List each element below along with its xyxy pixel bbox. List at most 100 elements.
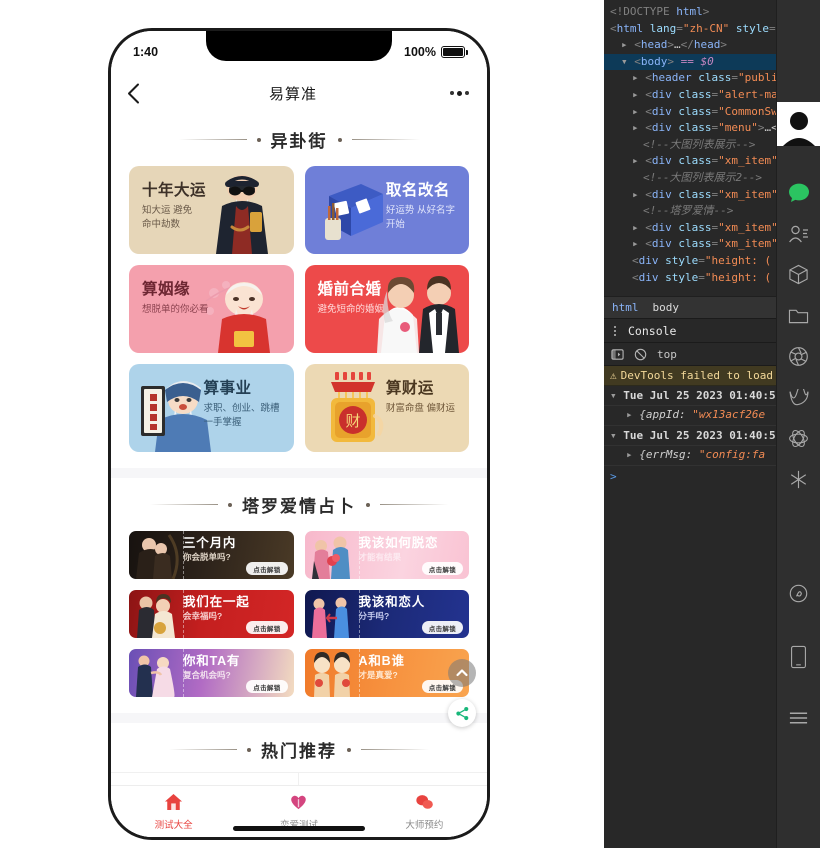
chat-bubbles-icon xyxy=(415,793,434,814)
menu-card-sub: 财富命盘 偏财运 xyxy=(385,403,455,415)
clear-console-icon[interactable] xyxy=(634,348,647,361)
wechat-bubble-icon[interactable] xyxy=(777,172,820,213)
menu-card-suan-shiye[interactable]: 算事业 求职、创业、跳槽 一手掌握 xyxy=(129,364,294,452)
more-menu-button[interactable] xyxy=(431,73,487,113)
tarot-card-title: 我该如何脱恋 xyxy=(358,536,439,550)
tarot-card-breakup[interactable]: 我该和恋人 分手吗? 点击解锁 xyxy=(304,590,470,638)
dom-node-line[interactable]: ▸ <div class="xm_item": xyxy=(604,236,776,253)
tarot-card-three-months[interactable]: 三个月内 你会脱单吗? 点击解锁 xyxy=(129,531,294,579)
tarot-card-how-to-love[interactable]: 我该如何脱恋 才能有结果 点击解锁 xyxy=(304,531,469,579)
console-context-selector[interactable]: top xyxy=(657,348,677,361)
tab-tests[interactable]: 测试大全 xyxy=(111,786,236,837)
share-icon xyxy=(455,706,468,720)
divider-dot-right xyxy=(366,502,370,507)
console-log-object[interactable]: ▸ {appId: "wx13acf26e xyxy=(604,406,776,426)
tarot-card-art xyxy=(129,531,183,579)
disclosure-triangle-icon[interactable]: ▸ xyxy=(632,154,639,167)
hot-item-career-wealth[interactable]: 测算事业财运 🧧 xyxy=(299,772,487,785)
disclosure-triangle-icon[interactable]: ▸ xyxy=(621,38,628,51)
menu-card-quming-gaiming[interactable]: 取名改名 好运势 从好名字 开始 xyxy=(304,166,469,254)
menu-card-sub: 想脱单的你必看 xyxy=(142,304,209,316)
tab-master-booking[interactable]: 大师预约 xyxy=(362,786,487,837)
hot-item-company-name[interactable]: 公司吉凶测名 ㊗ xyxy=(111,772,299,785)
tarot-unlock-button[interactable]: 点击解锁 xyxy=(421,621,463,634)
name-book-icon xyxy=(324,184,383,240)
menu-card-suan-caiyun[interactable]: 财 算财运 财富命盘 偏财运 xyxy=(304,364,469,452)
compass-icon[interactable] xyxy=(777,573,820,614)
tarot-unlock-button[interactable]: 点击解锁 xyxy=(246,562,288,575)
dom-node-line[interactable]: ▸ <header class="public_heade xyxy=(604,70,776,87)
dom-node-line[interactable]: <!--大图列表展示2--> xyxy=(604,170,776,187)
disclosure-triangle-icon[interactable]: ▸ xyxy=(632,88,639,101)
cube-icon[interactable] xyxy=(777,254,820,295)
folder-icon[interactable] xyxy=(777,295,820,336)
tarot-card-body: 我该和恋人 分手吗? 点击解锁 xyxy=(359,590,470,638)
devtools-elements-tree[interactable]: <!DOCTYPE html> <html lang="zh-CN" style=… xyxy=(604,0,776,296)
console-log-row[interactable]: ▾ Tue Jul 25 2023 01:40:5 xyxy=(604,426,776,446)
device-icon[interactable] xyxy=(777,636,820,677)
wave-icon[interactable] xyxy=(777,377,820,418)
menu-card-caption: 算财运 财富命盘 偏财运 xyxy=(386,380,455,416)
dom-node-line[interactable]: ▸ <div class="alert-marquee" = xyxy=(604,87,776,104)
two-hearts-icon xyxy=(313,652,350,697)
disclosure-triangle-icon[interactable]: ▸ xyxy=(632,71,639,84)
expand-arrow-icon[interactable]: ▾ xyxy=(610,389,617,402)
avatar-icon[interactable] xyxy=(776,102,820,146)
contacts-icon[interactable] xyxy=(777,213,820,254)
share-button[interactable] xyxy=(448,699,476,727)
disclosure-triangle-icon[interactable]: ▸ xyxy=(632,121,639,134)
console-tab-label[interactable]: Console xyxy=(628,324,676,338)
dom-node-line[interactable]: <!--塔罗爱情--> xyxy=(604,203,776,220)
tarot-card-reconcile[interactable]: 你和TA有 复合机会吗? 点击解锁 xyxy=(129,649,294,697)
wedding-couple-icon xyxy=(377,276,459,353)
dom-node-line[interactable]: ▸ <div class="xm_item": xyxy=(604,153,776,170)
atom-icon[interactable] xyxy=(777,418,820,459)
menu-card-shinian-dayun[interactable]: 十年大运 知大运 避免 命中劫数 xyxy=(129,166,294,254)
disclosure-triangle-icon[interactable]: ▸ xyxy=(632,237,639,250)
dom-node-line[interactable]: <html lang="zh-CN" style="font- xyxy=(604,21,776,38)
menu-icon[interactable] xyxy=(777,697,820,738)
menu-card-suan-yinyuan[interactable]: 算姻缘 想脱单的你必看 xyxy=(129,265,294,353)
dom-node-line[interactable]: <!--大图列表展示--> xyxy=(604,137,776,154)
sparkle-icon[interactable] xyxy=(777,459,820,500)
dom-node-line[interactable]: ▸ <div class="CommonSwiper">… xyxy=(604,104,776,121)
sidebar-toggle-icon[interactable] xyxy=(611,348,624,361)
back-to-top-button[interactable] xyxy=(448,659,476,687)
expand-arrow-icon[interactable]: ▸ xyxy=(626,448,633,461)
devtools-console-toolbar: top xyxy=(604,342,776,366)
disclosure-triangle-icon[interactable]: ▸ xyxy=(632,188,639,201)
disclosure-triangle-icon[interactable]: ▸ xyxy=(632,221,639,234)
console-log-object[interactable]: ▸ {errMsg: "config:fa xyxy=(604,446,776,466)
dom-node-line[interactable]: ▸ <div class="xm_item": xyxy=(604,187,776,204)
menu-card-hunqian-hehun[interactable]: 婚前合婚 避免短命的婚姻 xyxy=(304,265,469,353)
console-input-prompt[interactable]: > xyxy=(604,466,776,487)
kebab-menu-icon[interactable] xyxy=(610,325,620,336)
breadcrumb-body[interactable]: body xyxy=(653,301,680,314)
section-title: 异卦街 xyxy=(270,132,328,151)
dom-node-line[interactable]: ▸ <div class="menu">…<,' '' ' xyxy=(604,120,776,137)
page-content[interactable]: 异卦街 十年大运 知大运 避免 命中劫数 取名改名 好运势 从好名字 开始 算姻… xyxy=(111,113,487,785)
dom-node-line[interactable]: <!DOCTYPE html> xyxy=(604,4,776,21)
disclosure-triangle-icon[interactable]: ▸ xyxy=(632,105,639,118)
menu-card-sub: 求职、创业、跳槽 一手掌握 xyxy=(203,403,280,428)
dom-node-line[interactable]: ▾ <body> == $0 xyxy=(604,53,776,71)
expand-arrow-icon[interactable]: ▾ xyxy=(610,429,617,442)
expand-arrow-icon[interactable]: ▸ xyxy=(626,408,633,421)
dom-node-line[interactable]: <div style="height: ( xyxy=(604,270,776,287)
tarot-unlock-button[interactable]: 点击解锁 xyxy=(246,680,288,693)
console-object-value: "wx13acf26e xyxy=(692,408,766,421)
dom-node-line[interactable]: ▸ <div class="xm_item": xyxy=(604,220,776,237)
console-log-row[interactable]: ▾ Tue Jul 25 2023 01:40:5 xyxy=(604,386,776,406)
disclosure-triangle-icon[interactable]: ▾ xyxy=(621,55,628,68)
breadcrumb-html[interactable]: html xyxy=(612,301,639,314)
aperture-icon[interactable] xyxy=(777,336,820,377)
tarot-card-a-or-b[interactable]: A和B谁 才是真爱? 点击解锁 xyxy=(304,649,469,697)
devtools-console-body[interactable]: ⚠ DevTools failed to load ▾ Tue Jul 25 2… xyxy=(604,366,776,848)
dom-node-line[interactable]: <div style="height: ( xyxy=(604,253,776,270)
back-button[interactable] xyxy=(111,73,155,113)
tarot-card-together-happy[interactable]: 我们在一起 会幸福吗? 点击解锁 xyxy=(129,590,294,638)
tarot-unlock-button[interactable]: 点击解锁 xyxy=(246,621,288,634)
dom-node-line[interactable]: ▸ <head>…</head> xyxy=(604,37,776,54)
console-object-key: {appId: xyxy=(639,408,686,421)
tarot-unlock-button[interactable]: 点击解锁 xyxy=(421,562,463,575)
